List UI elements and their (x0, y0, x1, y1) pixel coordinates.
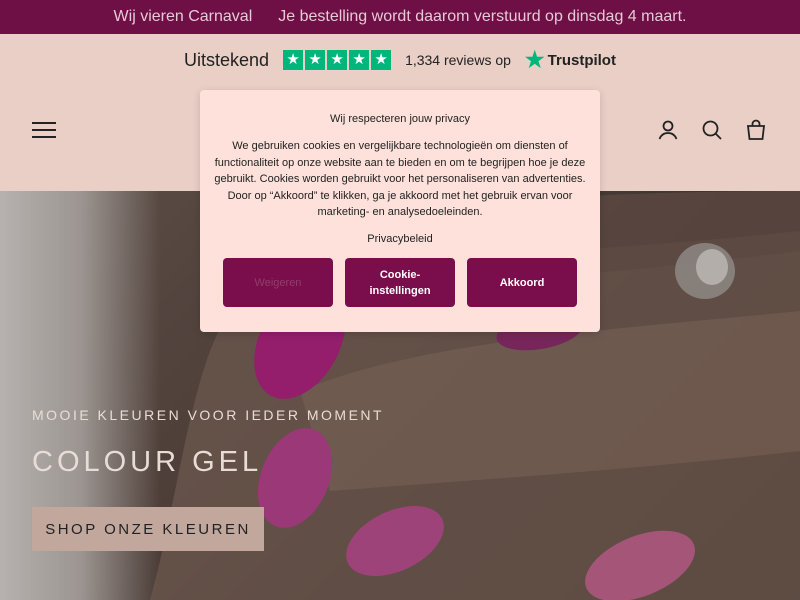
menu-icon[interactable] (32, 122, 56, 140)
shop-colours-button[interactable]: SHOP ONZE KLEUREN (32, 507, 264, 551)
trustpilot-stars: ★ ★ ★ ★ ★ (283, 50, 392, 70)
search-icon[interactable] (700, 118, 724, 142)
trustpilot-bar[interactable]: Uitstekend ★ ★ ★ ★ ★ 1,334 reviews op ★ … (0, 34, 800, 86)
star-icon: ★ (283, 50, 304, 70)
account-icon[interactable] (656, 118, 680, 142)
trustpilot-rating-label: Uitstekend (184, 49, 270, 70)
announcement-right: Je bestelling wordt daarom verstuurd op … (278, 8, 687, 25)
cart-icon[interactable] (744, 118, 768, 142)
star-icon: ★ (305, 50, 326, 70)
decline-button[interactable]: Weigeren (223, 258, 333, 307)
star-icon: ★ (327, 50, 348, 70)
star-icon: ★ (371, 50, 392, 70)
announcement-bar: Wij vieren Carnaval Je bestelling wordt … (0, 0, 800, 34)
accept-button[interactable]: Akkoord (467, 258, 577, 307)
privacy-policy-link[interactable]: Privacybeleid (200, 233, 600, 245)
star-icon: ★ (349, 50, 370, 70)
trustpilot-brand: Trustpilot (547, 51, 616, 69)
announcement-left: Wij vieren Carnaval (113, 8, 253, 25)
cookie-settings-button[interactable]: Cookie-instellingen (345, 258, 455, 307)
cookie-dialog-title: Wij respecteren jouw privacy (330, 113, 470, 125)
hero-title: COLOUR GEL (32, 446, 263, 478)
trustpilot-star-icon: ★ (524, 47, 545, 72)
trustpilot-review-count: 1,334 reviews op (405, 52, 511, 68)
trustpilot-logo: ★ Trustpilot (525, 49, 616, 71)
hero-eyebrow: MOOIE KLEUREN VOOR IEDER MOMENT (32, 407, 385, 423)
cookie-consent-dialog: Wij respecteren jouw privacy We gebruike… (200, 90, 600, 332)
cookie-dialog-body: We gebruiken cookies en vergelijkbare te… (214, 140, 586, 218)
